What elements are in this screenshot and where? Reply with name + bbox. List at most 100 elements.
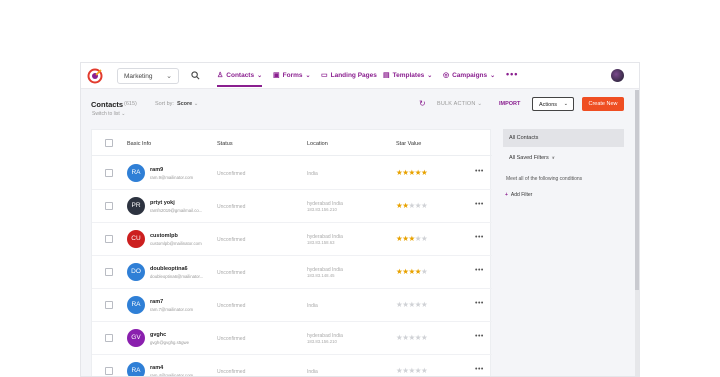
actions-label: Actions (539, 101, 558, 108)
contact-status: Unconfirmed (217, 336, 246, 342)
star-rating[interactable]: ★★★★★ (396, 201, 428, 210)
scrollbar[interactable] (635, 90, 639, 376)
nav-templates-label: Templates (392, 71, 425, 79)
chevron-down-icon: ⌄ (305, 72, 311, 79)
star-rating[interactable]: ★★★★★ (396, 267, 428, 276)
contact-name[interactable]: gvghc (150, 332, 166, 338)
row-more-icon[interactable]: ••• (475, 333, 484, 340)
star-rating[interactable]: ★★★★★ (396, 333, 428, 342)
row-checkbox[interactable] (105, 202, 113, 210)
table-row[interactable]: PR prtyt yokj ramfn2019@gmailmail.co... Unc… (92, 190, 492, 223)
actions-dropdown[interactable]: Actions ⌄ (532, 97, 574, 111)
forms-icon: ▣ (273, 72, 280, 79)
nav-contacts[interactable]: ♙ Contacts ⌄ (217, 71, 263, 87)
avatar: PR (127, 197, 145, 215)
column-header[interactable]: Location (307, 141, 328, 147)
import-button[interactable]: IMPORT (499, 101, 520, 107)
row-checkbox[interactable] (105, 367, 113, 375)
user-avatar[interactable] (611, 69, 624, 82)
row-checkbox[interactable] (105, 268, 113, 276)
star-icon[interactable]: ★ (421, 267, 428, 276)
row-more-icon[interactable]: ••• (475, 168, 484, 175)
star-rating[interactable]: ★★★★★ (396, 168, 428, 177)
conditions-text: Meet all of the following conditions (506, 176, 583, 182)
contact-status: Unconfirmed (217, 204, 246, 210)
more-menu-button[interactable]: ••• (506, 69, 518, 79)
table-row[interactable]: GV gvghc gvgh@gvghg.s5gwe Unconfirmed hydera… (92, 322, 492, 355)
row-more-icon[interactable]: ••• (475, 267, 484, 274)
chevron-down-icon: ⌄ (490, 72, 496, 79)
switch-to-list-link[interactable]: Switch to list ⌄ (92, 111, 125, 117)
add-filter-button[interactable]: + Add Filter (505, 192, 532, 198)
contact-location: India (307, 171, 318, 177)
contacts-count: (615) (124, 101, 137, 107)
star-rating[interactable]: ★★★★★ (396, 366, 428, 375)
sort-control[interactable]: Sort by: Score ⌄ (155, 101, 198, 107)
chevron-down-icon: ⌄ (121, 111, 126, 117)
nav-landing-pages[interactable]: ▭ Landing Pages (321, 71, 377, 80)
all-contacts-item[interactable]: All Contacts (503, 129, 624, 147)
contact-name[interactable]: doubleoptina6 (150, 266, 188, 272)
contact-name[interactable]: ram7 (150, 299, 163, 305)
contact-ip: 183.83.156.210 (307, 207, 337, 212)
saved-filters-label: All Saved Filters (509, 155, 549, 161)
contact-name[interactable]: prtyt yokj (150, 200, 175, 206)
avatar: CU (127, 230, 145, 248)
table-row[interactable]: RA ram4 ram.4@mailinator.com Unconfirmed Ind… (92, 355, 492, 376)
row-more-icon[interactable]: ••• (475, 201, 484, 208)
chevron-down-icon: ⌄ (477, 101, 483, 107)
sort-value: Score (176, 101, 193, 107)
chevron-down-icon: ⌄ (563, 101, 568, 107)
bulk-action-label: BULK ACTION (437, 101, 476, 107)
column-header[interactable]: Status (217, 141, 233, 147)
search-icon[interactable] (191, 71, 200, 80)
table-row[interactable]: DO doubleoptina6 doubleoptina6@mailinator.… (92, 256, 492, 289)
app-logo-icon[interactable] (87, 68, 103, 84)
column-header[interactable]: Star Value (396, 141, 421, 147)
contact-name[interactable]: customlpb (150, 233, 178, 239)
contact-ip: 183.83.156.210 (307, 339, 337, 344)
bulk-action-button[interactable]: BULK ACTION ⌄ (437, 101, 482, 107)
star-icon[interactable]: ★ (421, 300, 428, 309)
create-new-button[interactable]: Create New (582, 97, 624, 111)
row-more-icon[interactable]: ••• (475, 300, 484, 307)
campaigns-icon: ◎ (443, 72, 450, 79)
chevron-down-icon: ⌄ (427, 72, 433, 79)
select-all-checkbox[interactable] (105, 139, 113, 147)
scrollbar-thumb[interactable] (635, 90, 639, 290)
table-row[interactable]: RA ram9 ram.9@mailinator.com Unconfirmed Ind… (92, 157, 492, 190)
nav-campaigns[interactable]: ◎ Campaigns ⌄ (443, 71, 496, 80)
contact-name[interactable]: ram4 (150, 365, 163, 371)
workspace-select[interactable]: Marketing ⌄ (117, 68, 179, 84)
sort-label: Sort by: (155, 101, 174, 107)
table-row[interactable]: RA ram7 ram.7@mailinator.com Unconfirmed Ind… (92, 289, 492, 322)
contact-status: Unconfirmed (217, 270, 246, 276)
refresh-icon[interactable]: ↻ (419, 99, 426, 108)
all-saved-filters-item[interactable]: All Saved Filters ⩛ (509, 155, 555, 161)
row-checkbox[interactable] (105, 334, 113, 342)
contact-ip: 183.83.148.45 (307, 273, 335, 278)
star-rating[interactable]: ★★★★★ (396, 234, 428, 243)
landing-pages-icon: ▭ (321, 72, 328, 79)
star-icon[interactable]: ★ (421, 168, 428, 177)
contact-name[interactable]: ram9 (150, 167, 163, 173)
nav-templates[interactable]: ▤ Templates ⌄ (383, 71, 433, 80)
nav-landing-pages-label: Landing Pages (330, 71, 377, 79)
nav-forms-label: Forms (282, 71, 303, 79)
row-more-icon[interactable]: ••• (475, 234, 484, 241)
star-icon[interactable]: ★ (421, 201, 428, 210)
table-header: Basic Info Status Location Star Value (92, 130, 492, 156)
row-checkbox[interactable] (105, 235, 113, 243)
nav-forms[interactable]: ▣ Forms ⌄ (273, 71, 311, 80)
star-icon[interactable]: ★ (421, 366, 428, 375)
table-row[interactable]: CU customlpb customlpb@mailinator.com Uncon… (92, 223, 492, 256)
star-icon[interactable]: ★ (421, 333, 428, 342)
column-header[interactable]: Basic Info (127, 141, 151, 147)
contact-status: Unconfirmed (217, 237, 246, 243)
row-checkbox[interactable] (105, 301, 113, 309)
star-rating[interactable]: ★★★★★ (396, 300, 428, 309)
templates-icon: ▤ (383, 72, 390, 79)
star-icon[interactable]: ★ (421, 234, 428, 243)
row-more-icon[interactable]: ••• (475, 366, 484, 373)
row-checkbox[interactable] (105, 169, 113, 177)
